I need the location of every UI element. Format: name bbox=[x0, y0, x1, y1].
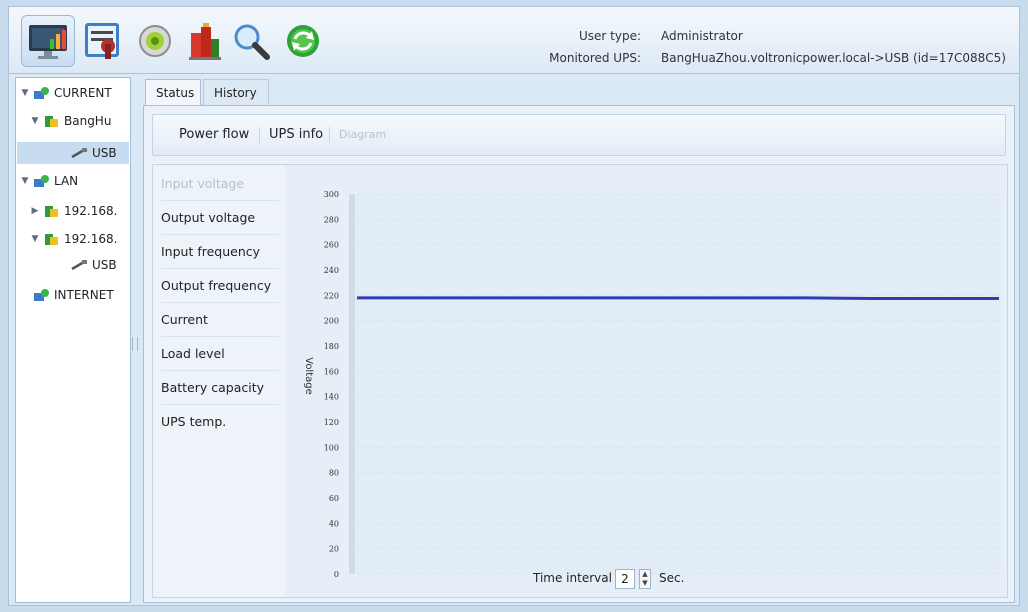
subnav-divider bbox=[329, 127, 330, 143]
tree-node-ip-2[interactable]: ▼ 192.168. bbox=[30, 228, 118, 250]
host-icon bbox=[45, 234, 58, 245]
tree-node-usb-selected[interactable]: USB bbox=[68, 142, 117, 164]
series-line bbox=[357, 296, 999, 300]
expand-arrow-icon[interactable]: ▼ bbox=[20, 82, 30, 104]
plot-area bbox=[349, 194, 1001, 574]
monitored-ups-value: BangHuaZhou.voltronicpower.local->USB (i… bbox=[661, 51, 1006, 65]
subnav-divider bbox=[259, 127, 260, 143]
tree-node-label: LAN bbox=[54, 174, 79, 188]
y-tick-label: 40 bbox=[329, 519, 339, 528]
y-tick-label: 60 bbox=[329, 494, 339, 503]
user-type-label: User type: bbox=[578, 29, 641, 43]
y-tick-label: 280 bbox=[324, 215, 339, 224]
metric-current[interactable]: Current bbox=[161, 303, 279, 337]
tree-node-usb[interactable]: USB bbox=[68, 254, 117, 276]
subnav-ups-info[interactable]: UPS info bbox=[269, 127, 323, 142]
tree-node-label: 192.168. bbox=[64, 204, 118, 218]
y-tick-label: 300 bbox=[324, 190, 339, 199]
network-icon bbox=[34, 175, 49, 187]
tab-history[interactable]: History bbox=[203, 79, 269, 105]
monitor-icon[interactable] bbox=[26, 19, 70, 63]
collapse-arrow-icon[interactable]: ▶ bbox=[30, 200, 40, 222]
status-subnav: Power flow UPS info Diagram bbox=[152, 114, 1006, 156]
device-tree: ▼ CURRENT ▼ BangHu USB ▼ LAN ▶ 192.168. … bbox=[15, 77, 131, 603]
metric-output-frequency[interactable]: Output frequency bbox=[161, 269, 279, 303]
app-window: User type: Monitored UPS: Administrator … bbox=[8, 6, 1020, 606]
usb-cable-icon bbox=[71, 260, 87, 271]
subnav-diagram: Diagram bbox=[339, 128, 387, 141]
y-tick-label: 240 bbox=[324, 266, 339, 275]
settings-tools-icon[interactable] bbox=[81, 19, 125, 63]
time-interval-input[interactable]: 2 bbox=[615, 569, 635, 589]
tree-node-label: CURRENT bbox=[54, 86, 112, 100]
tree-node-ip-1[interactable]: ▶ 192.168. bbox=[30, 200, 118, 222]
y-axis-bar bbox=[349, 194, 355, 574]
series-group bbox=[357, 296, 999, 300]
tree-node-current[interactable]: ▼ CURRENT bbox=[20, 82, 112, 104]
spinner-arrows-icon[interactable]: ▲ ▼ bbox=[639, 569, 651, 589]
y-tick-label: 80 bbox=[329, 469, 339, 478]
y-tick-label: 260 bbox=[324, 241, 339, 250]
tree-node-label: BangHu bbox=[64, 114, 112, 128]
time-interval-unit: Sec. bbox=[659, 571, 685, 585]
control-icon[interactable] bbox=[133, 19, 177, 63]
network-icon bbox=[34, 87, 49, 99]
expand-arrow-icon[interactable]: ▼ bbox=[30, 228, 40, 250]
search-icon[interactable] bbox=[229, 19, 273, 63]
tab-status[interactable]: Status bbox=[145, 79, 201, 105]
data-log-icon[interactable] bbox=[183, 19, 227, 63]
y-tick-label: 180 bbox=[324, 342, 339, 351]
metric-battery-capacity[interactable]: Battery capacity bbox=[161, 371, 279, 405]
y-tick-label: 160 bbox=[324, 367, 339, 376]
network-icon bbox=[34, 289, 49, 301]
metric-input-voltage[interactable]: Input voltage bbox=[161, 167, 279, 201]
metric-menu: Input voltage Output voltage Input frequ… bbox=[153, 165, 285, 597]
user-type-value: Administrator bbox=[661, 29, 743, 43]
subnav-power-flow[interactable]: Power flow bbox=[179, 127, 249, 142]
chart-container: Input voltage Output voltage Input frequ… bbox=[152, 164, 1008, 598]
usb-cable-icon bbox=[71, 148, 87, 159]
metric-output-voltage[interactable]: Output voltage bbox=[161, 201, 279, 235]
expand-arrow-icon[interactable]: ▼ bbox=[20, 170, 30, 192]
tree-node-label: USB bbox=[92, 258, 117, 272]
y-tick-label: 20 bbox=[329, 545, 339, 554]
y-tick-label: 0 bbox=[334, 570, 339, 579]
metric-load-level[interactable]: Load level bbox=[161, 337, 279, 371]
monitored-ups-label: Monitored UPS: bbox=[549, 51, 641, 65]
y-tick-label: 140 bbox=[324, 393, 339, 402]
tree-node-host[interactable]: ▼ BangHu bbox=[30, 110, 112, 132]
y-tick-label: 200 bbox=[324, 317, 339, 326]
y-tick-label: 220 bbox=[324, 291, 339, 300]
y-axis-label: Voltage bbox=[303, 357, 314, 395]
tree-node-label: INTERNET bbox=[54, 288, 114, 302]
metric-ups-temp[interactable]: UPS temp. bbox=[161, 405, 279, 439]
tree-node-lan[interactable]: ▼ LAN bbox=[20, 170, 79, 192]
host-icon bbox=[45, 116, 58, 127]
toolbar: User type: Monitored UPS: Administrator … bbox=[9, 7, 1019, 74]
panel-splitter-handle[interactable] bbox=[132, 337, 138, 351]
host-icon bbox=[45, 206, 58, 217]
y-tick-label: 100 bbox=[324, 443, 339, 452]
y-tick-label: 120 bbox=[324, 418, 339, 427]
expand-arrow-icon[interactable]: ▼ bbox=[30, 110, 40, 132]
tree-node-label: USB bbox=[92, 146, 117, 160]
time-interval-label: Time interval bbox=[533, 571, 612, 585]
tree-node-label: 192.168. bbox=[64, 232, 118, 246]
metric-input-frequency[interactable]: Input frequency bbox=[161, 235, 279, 269]
status-panel: Power flow UPS info Diagram Input voltag… bbox=[143, 105, 1015, 603]
y-tick-labels: 0 20 40 60 80 100 120 140 160 180 200 220 240 260 280 3… bbox=[324, 190, 339, 579]
refresh-icon[interactable] bbox=[281, 19, 325, 63]
tree-node-internet[interactable]: INTERNET bbox=[30, 284, 114, 306]
voltage-chart: 0 20 40 60 80 100 120 140 160 180 200 220 240 260 280 3… bbox=[303, 190, 1001, 579]
